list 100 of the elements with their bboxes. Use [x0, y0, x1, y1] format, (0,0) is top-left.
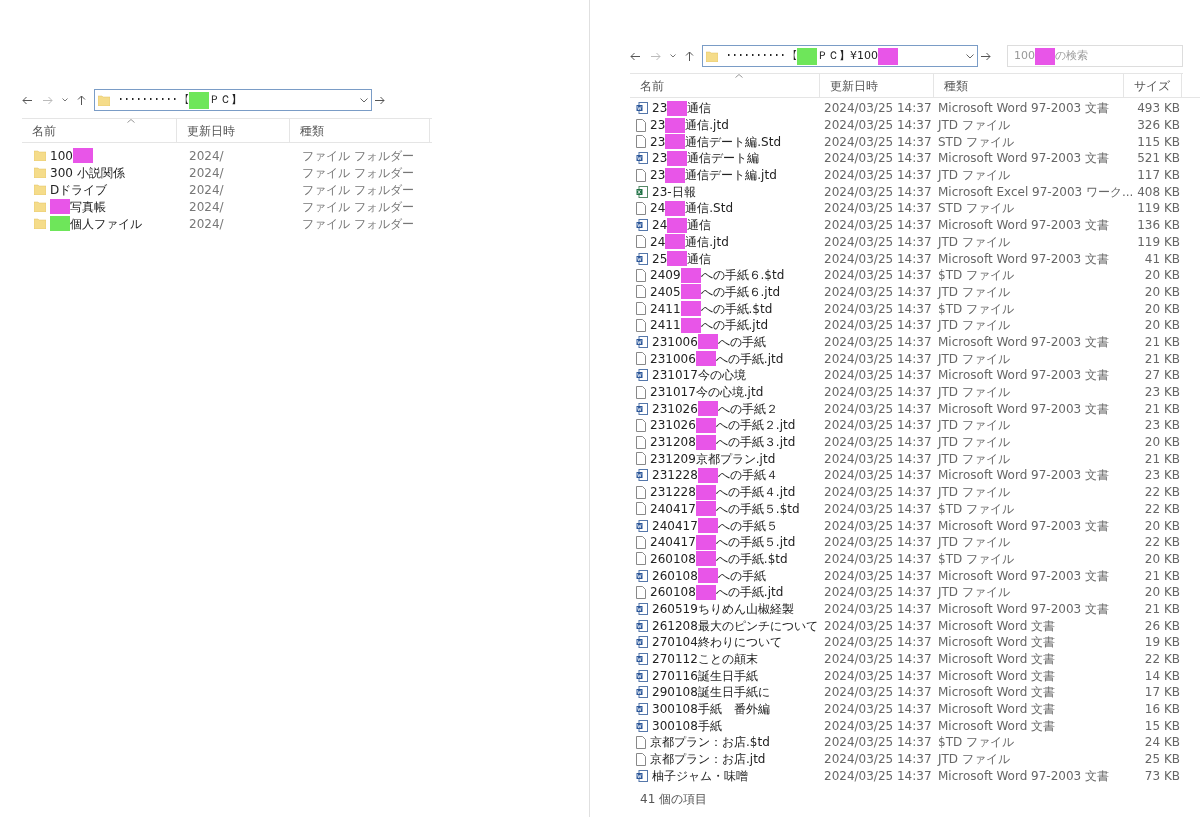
column-header[interactable]: 名前 [630, 74, 820, 97]
type-cell: Microsoft Word 文書 [938, 652, 1056, 667]
document-icon [636, 268, 646, 282]
type-cell: $TD ファイル [938, 551, 1015, 566]
document-icon [636, 735, 646, 749]
chevron-down-icon[interactable] [670, 54, 676, 58]
type-cell: Microsoft Word 文書 [938, 618, 1056, 633]
up-arrow-icon[interactable] [77, 94, 86, 106]
type-cell: JTD ファイル [938, 535, 1010, 550]
file-name: 270104終わりについて [652, 634, 782, 652]
file-name: 300108手紙 [652, 717, 722, 735]
file-name: 270116誕生日手紙 [652, 667, 758, 685]
back-arrow-icon[interactable] [630, 51, 641, 61]
word-document-icon [636, 719, 648, 732]
size-cell: 22 KB [1144, 535, 1180, 550]
chevron-down-icon[interactable] [360, 97, 368, 103]
size-cell: 73 KB [1144, 768, 1180, 783]
date-cell: 2024/03/25 14:37 [824, 218, 932, 233]
document-icon [636, 752, 646, 766]
file-name: 231006 [650, 350, 696, 368]
file-name: への手紙５ [717, 517, 778, 535]
file-name: 23 [650, 133, 666, 151]
size-cell: 21 KB [1144, 451, 1180, 466]
file-name: 2411 [650, 300, 681, 318]
folder-icon [34, 201, 46, 212]
word-document-icon [636, 335, 648, 348]
column-header[interactable]: 更新日時 [820, 74, 934, 97]
size-cell: 20 KB [1144, 301, 1180, 316]
path-text: ･･････････【 [726, 47, 797, 64]
size-cell: 20 KB [1144, 518, 1180, 533]
back-arrow-icon[interactable] [22, 95, 33, 105]
size-cell: 20 KB [1144, 268, 1180, 283]
status-text: 41 個の項目 [639, 791, 709, 809]
size-cell: 119 KB [1137, 201, 1180, 216]
sort-caret-icon [127, 119, 135, 123]
date-cell: 2024/03/25 14:37 [824, 618, 932, 633]
word-document-icon [636, 669, 648, 682]
address-bar[interactable]: ･･････････【 ＰＣ】¥100 [702, 45, 978, 67]
folder-icon [34, 167, 46, 178]
file-name: 2405 [650, 283, 681, 301]
date-cell: 2024/03/25 14:37 [824, 435, 932, 450]
date-cell: 2024/03/25 14:37 [824, 184, 932, 199]
word-document-icon [636, 469, 648, 482]
date-cell: 2024/03/25 14:37 [824, 535, 932, 550]
size-cell: 20 KB [1144, 435, 1180, 450]
size-cell: 19 KB [1144, 635, 1180, 650]
file-name: への手紙６.jtd [700, 283, 781, 301]
column-header[interactable]: 名前 [22, 119, 177, 142]
address-bar[interactable]: ･･････････【 ＰＣ】 [94, 89, 372, 111]
type-cell: Microsoft Word 文書 [938, 685, 1056, 700]
file-name: への手紙３.jtd [715, 434, 796, 452]
chevron-down-icon[interactable] [966, 53, 974, 59]
size-cell: 493 KB [1137, 101, 1180, 116]
document-icon [636, 552, 646, 566]
type-cell: JTD ファイル [938, 318, 1010, 333]
type-cell: Microsoft Word 97-2003 文書 [938, 368, 1110, 383]
size-cell: 119 KB [1137, 234, 1180, 249]
path-text: の検索 [1055, 47, 1088, 64]
column-header[interactable]: サイズ [1124, 74, 1182, 97]
type-cell: JTD ファイル [938, 752, 1010, 767]
type-cell: JTD ファイル [938, 234, 1010, 249]
type-cell: Microsoft Word 文書 [938, 635, 1056, 650]
column-header[interactable]: 更新日時 [177, 119, 290, 142]
file-name: 231026 [650, 417, 696, 435]
word-document-icon [636, 636, 648, 649]
file-name: 通信.jtd [685, 233, 729, 251]
go-arrow-icon[interactable] [374, 95, 385, 105]
chevron-down-icon[interactable] [62, 98, 68, 102]
file-name: への手紙２ [717, 400, 778, 418]
column-header[interactable]: 種類 [934, 74, 1124, 97]
sort-caret-icon [735, 74, 743, 78]
file-name: 231228 [652, 467, 698, 485]
file-name: への手紙６.$td [700, 267, 785, 285]
file-name: への手紙２.jtd [715, 417, 796, 435]
date-cell: 2024/03/25 14:37 [824, 652, 932, 667]
word-document-icon [636, 369, 648, 382]
type-cell-text: ファイル フォルダー [301, 147, 415, 165]
date-cell: 2024/03/25 14:37 [824, 251, 932, 266]
document-icon [636, 235, 646, 249]
type-cell: Microsoft Word 文書 [938, 702, 1056, 717]
up-arrow-icon[interactable] [685, 50, 694, 62]
file-name: 23 [652, 150, 668, 168]
path-text: ＰＣ】 [209, 91, 242, 108]
file-name: 260519ちりめん山椒経製 [652, 600, 794, 618]
column-header[interactable]: 種類 [290, 119, 430, 142]
type-cell-text: ファイル フォルダー [301, 164, 415, 182]
file-name: 23 [652, 100, 668, 118]
go-arrow-icon[interactable] [980, 51, 991, 61]
date-cell-text: 2024/ [188, 215, 225, 233]
size-cell: 20 KB [1144, 284, 1180, 299]
size-cell: 26 KB [1144, 618, 1180, 633]
file-name: への手紙.$td [715, 550, 788, 568]
file-name: への手紙４.jtd [715, 484, 796, 502]
date-cell-text: 2024/ [188, 181, 225, 199]
type-cell: JTD ファイル [938, 451, 1010, 466]
file-name: 通信デート編.Std [685, 133, 782, 151]
size-cell: 21 KB [1144, 601, 1180, 616]
document-icon [636, 118, 646, 132]
file-name: 個人ファイル [70, 215, 142, 233]
size-cell: 20 KB [1144, 585, 1180, 600]
